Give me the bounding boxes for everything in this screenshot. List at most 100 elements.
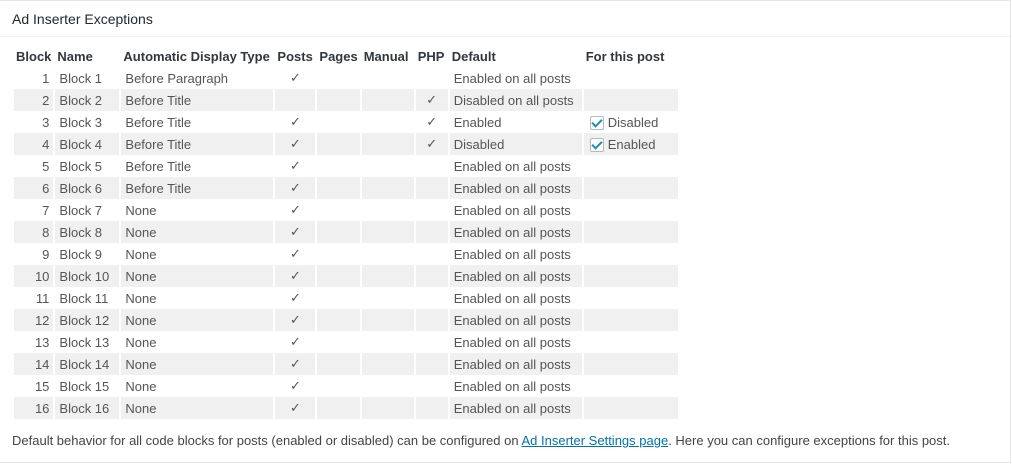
block-number: 5 xyxy=(42,158,50,174)
block-name: Block 8 xyxy=(55,221,120,243)
display-type: None xyxy=(121,221,274,243)
php-check xyxy=(416,375,448,397)
panel-title: Ad Inserter Exceptions xyxy=(0,1,1010,37)
for-this-post-cell xyxy=(583,177,678,199)
php-check xyxy=(416,67,448,89)
posts-check: ✓ xyxy=(289,158,301,173)
for-this-post-cell xyxy=(584,155,678,177)
for-this-post-cell xyxy=(583,353,678,375)
manual-check xyxy=(361,89,414,111)
col-type-header: Automatic Display Type xyxy=(123,48,270,64)
post-exception-checkbox[interactable] xyxy=(589,137,604,152)
footer-text-after: . Here you can configure exceptions for … xyxy=(668,433,951,448)
col-default-header: Default xyxy=(451,48,496,64)
manual-check xyxy=(362,155,414,177)
table-row: 7 Block 7 None ✓ Enabled on all posts xyxy=(14,199,678,221)
block-name: Block 4 xyxy=(55,133,120,155)
display-type: None xyxy=(121,309,274,331)
for-this-post-cell xyxy=(584,199,678,221)
post-exception-label: Disabled xyxy=(607,114,659,130)
block-number: 16 xyxy=(14,397,54,419)
col-name-header: Name xyxy=(57,48,93,64)
footer-text-before: Default behavior for all code blocks for… xyxy=(12,433,522,448)
settings-page-link[interactable]: Ad Inserter Settings page xyxy=(521,433,668,448)
display-type: None xyxy=(125,378,157,394)
manual-check xyxy=(362,111,414,133)
default-status: Enabled on all posts xyxy=(453,290,571,306)
posts-check: ✓ xyxy=(275,177,316,199)
pages-check xyxy=(317,331,359,353)
post-exception-toggle[interactable]: Disabled xyxy=(589,114,659,130)
manual-check xyxy=(361,265,414,287)
pages-check xyxy=(317,375,359,397)
for-this-post-cell xyxy=(583,89,678,111)
default-status: Enabled on all posts xyxy=(449,397,582,419)
php-check xyxy=(415,397,448,419)
manual-check xyxy=(361,177,414,199)
block-number: 6 xyxy=(14,177,54,199)
php-check xyxy=(415,265,448,287)
block-number: 2 xyxy=(14,89,54,111)
pages-check xyxy=(317,309,360,331)
display-type: Before Paragraph xyxy=(125,70,229,86)
posts-check: ✓ xyxy=(289,202,301,217)
manual-check xyxy=(362,199,414,221)
pages-check xyxy=(317,265,360,287)
php-check xyxy=(415,309,448,331)
col-posts-header: Posts xyxy=(277,48,313,64)
posts-check xyxy=(275,89,316,111)
table-row: 15 Block 15 None ✓ Enabled on all posts xyxy=(14,375,678,397)
pages-check xyxy=(317,133,360,155)
pages-check xyxy=(317,177,360,199)
for-this-post-cell: Enabled xyxy=(583,133,678,155)
default-status: Enabled on all posts xyxy=(449,221,582,243)
table-header-row: Block Name Automatic Display Type Posts … xyxy=(14,45,678,67)
table-row: 3 Block 3 Before Title ✓ ✓ Enabled Disabled xyxy=(14,111,678,133)
table-row: 2 Block 2 Before Title ✓ Disabled on all pos… xyxy=(14,89,678,111)
manual-check xyxy=(362,243,414,265)
php-check xyxy=(416,199,448,221)
manual-check xyxy=(362,331,414,353)
post-exception-toggle[interactable]: Enabled xyxy=(589,137,655,152)
posts-check: ✓ xyxy=(275,397,316,419)
for-this-post-cell xyxy=(584,243,678,265)
table-row: 11 Block 11 None ✓ Enabled on all posts xyxy=(14,287,678,309)
posts-check: ✓ xyxy=(289,378,301,393)
block-name: Block 7 xyxy=(59,202,103,218)
exceptions-table: Block Name Automatic Display Type Posts … xyxy=(12,45,680,419)
posts-check: ✓ xyxy=(275,265,316,287)
table-row: 8 Block 8 None ✓ Enabled on all posts xyxy=(14,221,678,243)
display-type: None xyxy=(125,290,157,306)
block-number: 9 xyxy=(42,246,50,262)
table-row: 10 Block 10 None ✓ Enabled on all posts xyxy=(14,265,678,287)
table-body: 1 Block 1 Before Paragraph ✓ Enabled on all … xyxy=(14,67,678,419)
col-block-header: Block xyxy=(16,48,52,64)
table-row: 4 Block 4 Before Title ✓ ✓ Disabled Enabled xyxy=(14,133,678,155)
display-type: Before Title xyxy=(121,133,274,155)
post-exception-checkbox[interactable] xyxy=(589,115,604,130)
posts-check: ✓ xyxy=(289,246,301,261)
block-name: Block 16 xyxy=(55,397,120,419)
for-this-post-cell xyxy=(584,287,678,309)
col-pages-header: Pages xyxy=(319,48,358,64)
block-number: 12 xyxy=(14,309,54,331)
table-row: 13 Block 13 None ✓ Enabled on all posts xyxy=(14,331,678,353)
php-check: ✓ xyxy=(426,114,438,129)
display-type: None xyxy=(125,334,157,350)
pages-check xyxy=(317,221,360,243)
block-number: 10 xyxy=(14,265,54,287)
block-name: Block 14 xyxy=(55,353,120,375)
php-check xyxy=(416,287,448,309)
table-row: 5 Block 5 Before Title ✓ Enabled on all post… xyxy=(14,155,678,177)
default-status: Enabled xyxy=(453,114,502,130)
manual-check xyxy=(361,353,414,375)
block-number: 15 xyxy=(34,378,50,394)
table-row: 16 Block 16 None ✓ Enabled on all posts xyxy=(14,397,678,419)
default-status: Enabled on all posts xyxy=(453,70,571,86)
block-number: 7 xyxy=(42,202,50,218)
for-this-post-cell xyxy=(583,265,678,287)
pages-check xyxy=(317,155,359,177)
php-check xyxy=(416,243,448,265)
pages-check xyxy=(317,243,359,265)
block-number: 1 xyxy=(42,70,50,86)
